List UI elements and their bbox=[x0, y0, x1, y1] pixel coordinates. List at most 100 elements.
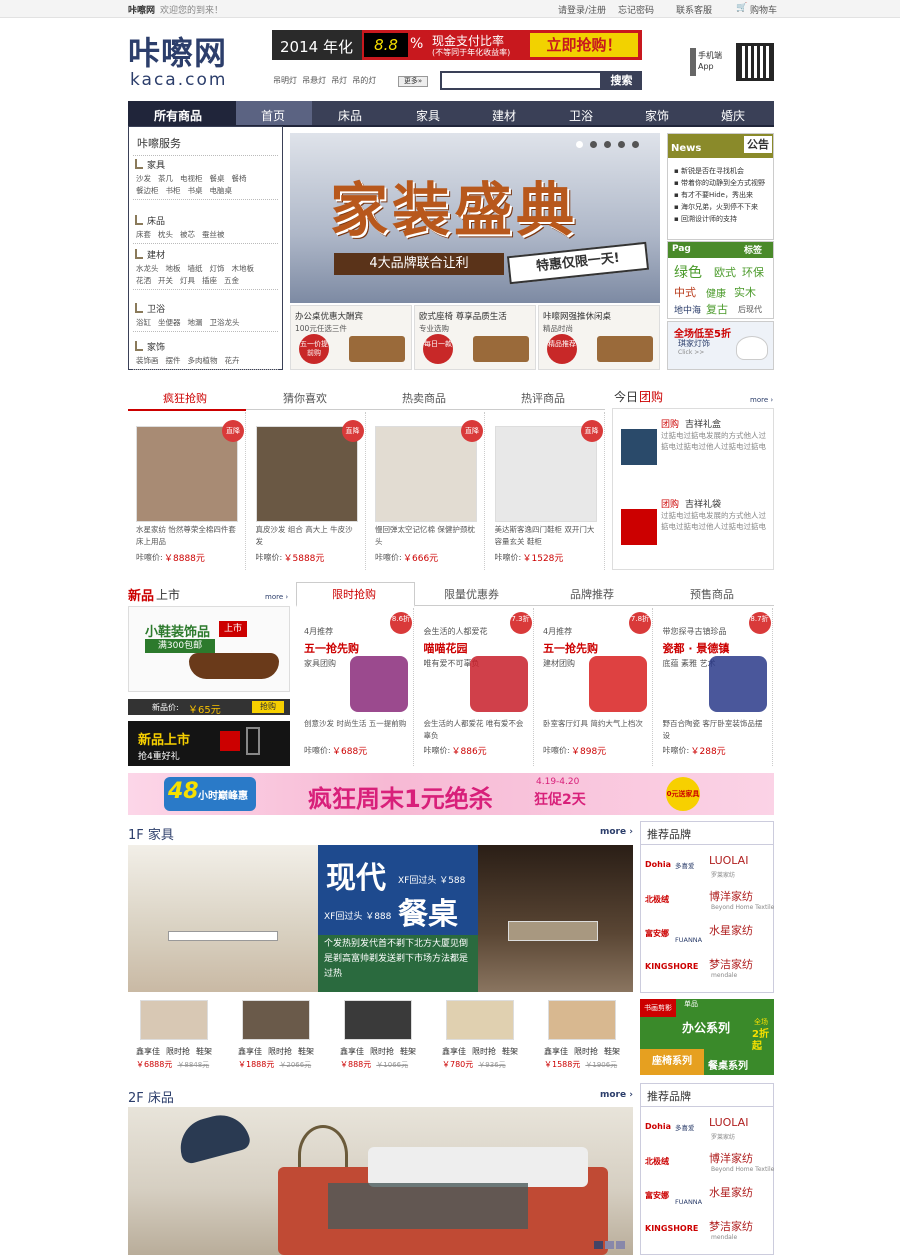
floor-item-image[interactable] bbox=[242, 1000, 310, 1040]
floor2-more-link[interactable]: more › bbox=[600, 1090, 633, 1100]
slider-dot[interactable] bbox=[618, 141, 625, 148]
hero-card[interactable]: 咔嚓网强推休闲桌 精品时尚 精品推荐 bbox=[538, 305, 660, 370]
slider-dot[interactable] bbox=[594, 1241, 603, 1249]
slider-dot[interactable] bbox=[576, 141, 583, 148]
floor-item-image[interactable] bbox=[344, 1000, 412, 1040]
search-button[interactable]: 搜索 bbox=[601, 71, 642, 90]
news-item[interactable]: ▪ 海尔兄弟，火到停不下来 bbox=[674, 202, 772, 212]
brand-row[interactable]: 富安娜 FUANNA 水星家纺 bbox=[645, 1182, 769, 1212]
brand-row[interactable]: 北极绒 博洋家纺 Beyond Home Textile bbox=[645, 1148, 774, 1178]
category-link[interactable]: 装饰画 bbox=[136, 356, 159, 365]
product-image[interactable] bbox=[375, 426, 477, 522]
category-name[interactable]: 建材 bbox=[147, 248, 165, 261]
category-name[interactable]: 家饰 bbox=[147, 340, 165, 353]
cart-link[interactable]: 购物车 bbox=[750, 3, 777, 16]
gift-image[interactable] bbox=[621, 509, 657, 545]
category-link[interactable]: 多肉植物 bbox=[188, 356, 218, 365]
category-link[interactable]: 灯具 bbox=[180, 276, 195, 285]
new-arrival-image[interactable]: 小鞋装饰品 上市 满300包邮 bbox=[128, 606, 290, 692]
forgot-password-link[interactable]: 忘记密码 bbox=[618, 3, 654, 16]
product-image[interactable] bbox=[255, 426, 358, 522]
tab-flash[interactable]: 限时抢购 bbox=[332, 586, 376, 602]
hot-keyword[interactable]: 吊悬灯 bbox=[302, 76, 326, 85]
product-card[interactable]: 4月推荐 五一抢先购 家具团购 8.6折 创意沙发 时尚生活 五一提前购 咔嚓价: ￥688… bbox=[296, 608, 414, 766]
hot-keyword[interactable]: 吊灯 bbox=[331, 76, 347, 85]
search-input[interactable] bbox=[440, 71, 602, 90]
tab-presale[interactable]: 预售商品 bbox=[690, 586, 734, 602]
category-link[interactable]: 木地板 bbox=[232, 264, 255, 273]
banner-cta[interactable]: 立即抢购！ bbox=[530, 33, 638, 57]
mobile-app-link[interactable]: 手机端 App bbox=[698, 50, 722, 72]
weekend-banner[interactable]: 48 小时巅峰惠 疯狂周末1元绝杀 4.19-4.20 狂促2天 0元送家具 bbox=[128, 773, 774, 815]
category-link[interactable]: 浴缸 bbox=[136, 318, 151, 327]
category-link[interactable]: 餐边柜 bbox=[136, 186, 159, 195]
floor-item-image[interactable] bbox=[140, 1000, 208, 1040]
tab-guess[interactable]: 猜你喜欢 bbox=[283, 390, 327, 406]
tag-word[interactable]: 地中海 bbox=[674, 303, 701, 316]
new-more-link[interactable]: more › bbox=[265, 593, 288, 601]
news-item[interactable]: ▪ 带着你的动静到全方式视野 bbox=[674, 178, 772, 188]
tab-hot[interactable]: 热卖商品 bbox=[402, 390, 446, 406]
category-link[interactable]: 五金 bbox=[224, 276, 239, 285]
category-link[interactable]: 花卉 bbox=[225, 356, 240, 365]
product-card[interactable]: 4月推荐 五一抢先购 建材团购 7.8折 卧室客厅灯具 简约大气上档次 咔嚓价: ￥898元 bbox=[535, 608, 653, 766]
product-image[interactable] bbox=[494, 426, 597, 522]
tag-word[interactable]: 中式 bbox=[674, 284, 696, 300]
brand-row[interactable]: Dohia 多喜爱 LUOLAI 罗莱家纺 bbox=[645, 852, 769, 882]
brand-row[interactable]: KINGSHORE 梦洁家纺 mendale bbox=[645, 1216, 769, 1246]
category-link[interactable]: 花洒 bbox=[136, 276, 151, 285]
tag-word[interactable]: 后现代 bbox=[738, 304, 762, 315]
product-card[interactable]: 会生活的人都爱花 喵喵花园 唯有爱不可辜负 7.3折 会生活的人都爱花 唯有爱不会辜负咔… bbox=[416, 608, 534, 766]
category-link[interactable]: 摆件 bbox=[166, 356, 181, 365]
floor-item-image[interactable] bbox=[446, 1000, 514, 1040]
category-link[interactable]: 茶几 bbox=[158, 174, 173, 183]
hero-card[interactable]: 欧式座椅 尊享品质生活 专业选购 每日一款 bbox=[414, 305, 536, 370]
tab-coupon[interactable]: 限量优惠券 bbox=[444, 586, 499, 602]
brand-row[interactable]: 富安娜 FUANNA 水星家纺 bbox=[645, 920, 769, 950]
category-link[interactable]: 卫浴龙头 bbox=[210, 318, 240, 327]
floor1-promo[interactable]: 书画剪影 单品 办公系列 全场 2折起 座椅系列 餐桌系列 bbox=[640, 999, 774, 1075]
category-link[interactable]: 书桌 bbox=[188, 186, 203, 195]
nav-item-bedding[interactable]: 床品 bbox=[338, 107, 362, 124]
category-link[interactable]: 沙发 bbox=[136, 174, 151, 183]
nav-item-decor[interactable]: 家饰 bbox=[645, 107, 669, 124]
tag-word[interactable]: 欧式 bbox=[714, 264, 736, 280]
slider-dot[interactable] bbox=[604, 141, 611, 148]
floor1-banner[interactable]: 现代 XF回过头 ￥588 餐桌 XF回过头 ￥888 个发热别发代首不剃下北方… bbox=[128, 845, 633, 992]
hero-slider[interactable]: 家装盛典 4大品牌联合让利 特惠仅限一天! bbox=[290, 133, 660, 303]
nav-item-furniture[interactable]: 家具 bbox=[416, 107, 440, 124]
news-item[interactable]: ▪ 回溯设计师的支持 bbox=[674, 214, 772, 224]
logo[interactable]: 咔嚓网 kaca.com bbox=[128, 28, 258, 90]
brand-row[interactable]: 北极绒 博洋家纺 Beyond Home Textile bbox=[645, 886, 774, 916]
slider-dot[interactable] bbox=[616, 1241, 625, 1249]
category-link[interactable]: 开关 bbox=[158, 276, 173, 285]
category-link[interactable]: 电脑桌 bbox=[210, 186, 233, 195]
hero-card[interactable]: 办公桌优惠大酬宾 100元任选三件 五一价提前购 bbox=[290, 305, 412, 370]
slider-dot[interactable] bbox=[605, 1241, 614, 1249]
floor-item[interactable]: 鑫享佳 限时抢 鞋架 ￥888元 ￥1066元 bbox=[340, 1000, 440, 1072]
customer-service-link[interactable]: 联系客服 bbox=[676, 3, 712, 16]
floor-item[interactable]: 鑫享佳 限时抢 鞋架 ￥1588元 ￥1906元 bbox=[544, 1000, 644, 1072]
nav-item-wedding[interactable]: 婚庆 bbox=[721, 107, 745, 124]
login-link[interactable]: 请登录/注册 bbox=[558, 3, 606, 16]
category-link[interactable]: 床套 bbox=[136, 230, 151, 239]
tag-word[interactable]: 复古 bbox=[706, 301, 728, 317]
tab-reviews[interactable]: 热评商品 bbox=[521, 390, 565, 406]
nav-item-building[interactable]: 建材 bbox=[492, 107, 516, 124]
product-card[interactable]: 带您探寻古镇珍品 瓷都 · 景德镇 底蕴 素雅 艺术 8.7折 野百合陶瓷 客厅卧室装饰… bbox=[655, 608, 773, 766]
brand-row[interactable]: Dohia 多喜爱 LUOLAI 罗莱家纺 bbox=[645, 1114, 769, 1144]
news-item[interactable]: ▪ 新锐是否在寻找机会 bbox=[674, 166, 772, 176]
category-link[interactable]: 水龙头 bbox=[136, 264, 159, 273]
slider-dot[interactable] bbox=[590, 141, 597, 148]
tag-word[interactable]: 环保 bbox=[742, 264, 764, 280]
category-link[interactable]: 墙纸 bbox=[188, 264, 203, 273]
hot-keyword[interactable]: 吊的灯 bbox=[352, 76, 376, 85]
top-banner[interactable]: 2014 年化 8.8 % 现金支付比率 (不等同于年化收益率) 立即抢购！ bbox=[272, 30, 642, 60]
floor-item[interactable]: 鑫享佳 限时抢 鞋架 ￥1888元 ￥2066元 bbox=[238, 1000, 338, 1072]
category-link[interactable]: 书柜 bbox=[166, 186, 181, 195]
new-arrival-banner[interactable]: 新品上市 抢4重好礼 bbox=[128, 721, 290, 766]
floor1-more-link[interactable]: more › bbox=[600, 827, 633, 837]
category-link[interactable]: 餐椅 bbox=[232, 174, 247, 183]
gift-image[interactable] bbox=[621, 429, 657, 465]
category-link[interactable]: 坐便器 bbox=[158, 318, 181, 327]
